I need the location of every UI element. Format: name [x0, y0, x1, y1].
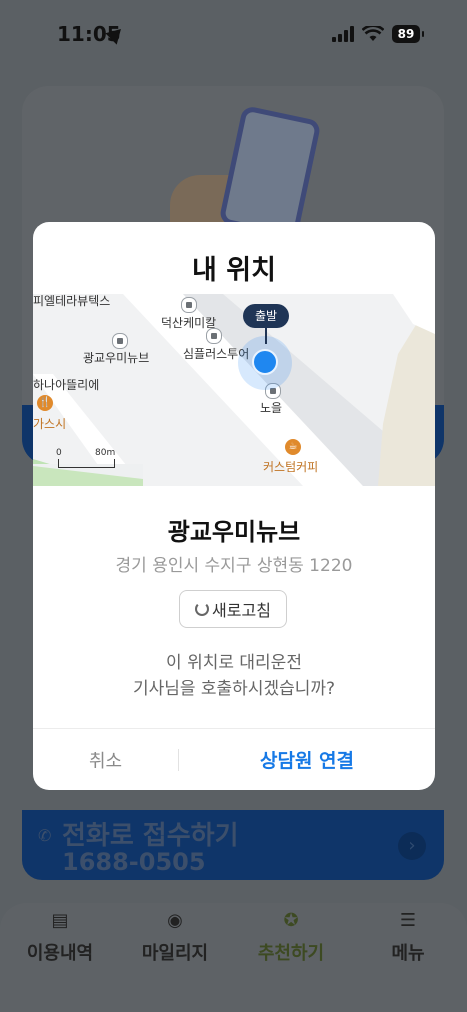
map-label: 피엘테라뷰텍스 — [33, 294, 111, 308]
map-label: 광교우미뉴브 — [83, 351, 150, 365]
tab-menu[interactable]: ☰ 메뉴 — [358, 911, 458, 965]
map-label: 가스시 — [33, 417, 67, 431]
star-badge-icon: ✪ — [283, 910, 299, 931]
mileage-coin-icon: ◉ — [167, 910, 183, 931]
location-map[interactable]: 피엘테라뷰텍스 덕산케미칼 광교우미뉴브 심플러스투어 하나아뜰리에 🍴 가스시… — [33, 294, 435, 486]
status-bar: 11:05 89 — [0, 0, 467, 70]
receipt-icon: ▤ — [51, 910, 69, 931]
hamburger-menu-icon: ☰ — [399, 910, 417, 931]
cellular-signal-icon — [332, 26, 356, 42]
bottom-tab-bar: ▤ 이용내역 ◉ 마일리지 ✪ 추천하기 ☰ 메뉴 — [0, 903, 467, 1012]
poi-marker — [112, 333, 128, 349]
poi-marker — [181, 297, 197, 313]
dialog-title: 내 위치 — [192, 255, 276, 286]
map-label: 커스텀커피 — [263, 460, 319, 474]
battery-icon: 89 — [392, 25, 424, 43]
confirm-question-line2: 기사님을 호출하시겠습니까? — [132, 679, 336, 699]
confirm-question: 이 위치로 대리운전 기사님을 호출하시겠습니까? — [33, 650, 435, 702]
depart-bubble: 출발 — [243, 304, 289, 328]
map-scale-bar — [58, 459, 115, 468]
tab-menu-label: 메뉴 — [391, 943, 425, 964]
poi-marker — [206, 328, 222, 344]
phone-order-title: 전화로 접수하기 — [62, 821, 239, 851]
app-screen: 11:05 89 ✆ 전화로 접수하기 1688-0505 › ▤ 이용내역 ◉… — [0, 0, 467, 1012]
wifi-icon — [362, 26, 384, 41]
cancel-button[interactable]: 취소 — [33, 729, 178, 790]
tab-recommend[interactable]: ✪ 추천하기 — [241, 911, 341, 965]
cafe-icon: ☕ — [285, 439, 301, 455]
tab-recommend-label: 추천하기 — [257, 943, 325, 964]
confirm-question-line1: 이 위치로 대리운전 — [166, 653, 302, 673]
map-label: 노을 — [260, 401, 283, 415]
place-address: 경기 용인시 수지구 상현동 1220 — [115, 556, 353, 576]
my-location-dot — [252, 349, 278, 375]
map-scale-start: 0 — [56, 448, 62, 458]
phone-order-number: 1688-0505 — [62, 848, 206, 876]
refresh-icon — [195, 602, 210, 616]
place-name: 광교우미뉴브 — [167, 518, 301, 546]
tab-mileage-label: 마일리지 — [141, 943, 209, 964]
connect-agent-button[interactable]: 상담원 연결 — [179, 729, 435, 790]
map-label: 하나아뜰리에 — [33, 378, 100, 392]
restaurant-icon: 🍴 — [37, 395, 53, 411]
chevron-right-icon: › — [398, 832, 426, 860]
tab-mileage[interactable]: ◉ 마일리지 — [125, 911, 225, 965]
refresh-button[interactable]: 새로고침 — [179, 590, 287, 628]
map-scale-end: 80m — [95, 448, 116, 458]
depart-pin-stem — [265, 328, 267, 344]
tab-history[interactable]: ▤ 이용내역 — [10, 911, 110, 965]
phone-icon: ✆ — [38, 826, 52, 845]
refresh-label: 새로고침 — [212, 601, 271, 620]
tab-history-label: 이용내역 — [26, 943, 94, 964]
my-location-dialog: 내 위치 피엘테라뷰텍스 덕산케미칼 광교우미뉴브 심플러스투어 하나아뜰리에 — [33, 222, 435, 790]
